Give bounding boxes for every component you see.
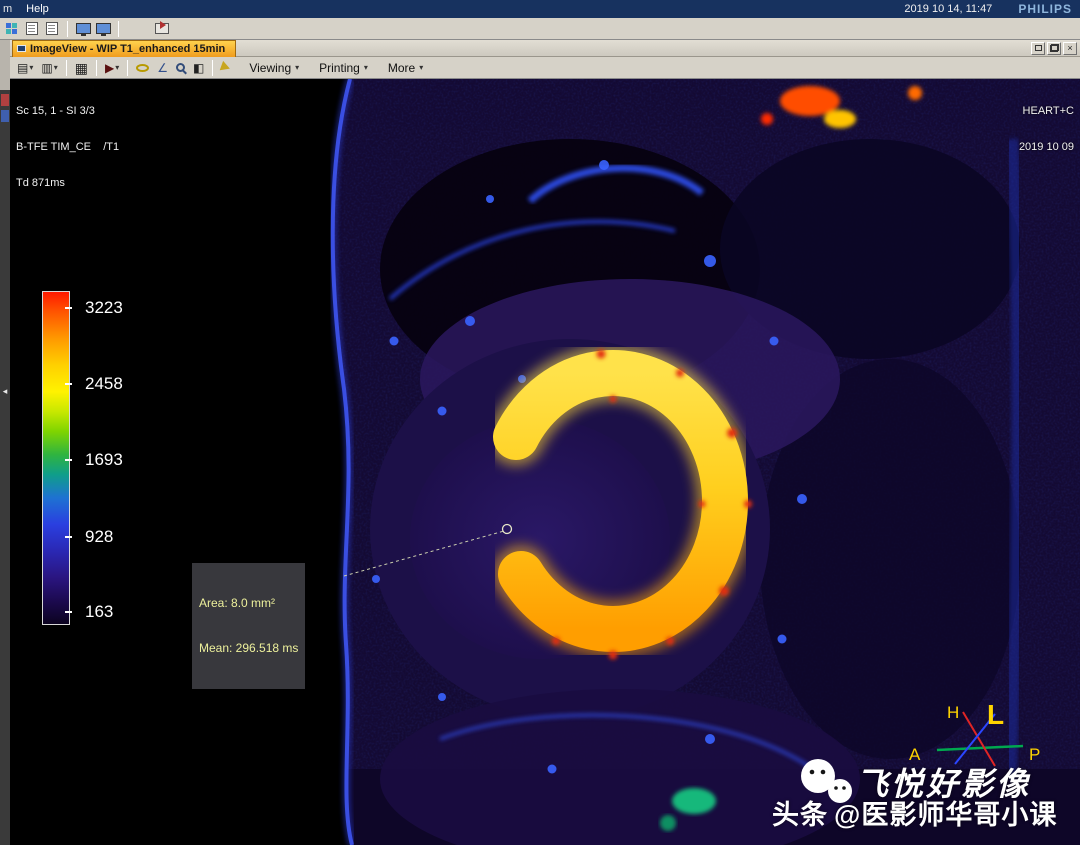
layout-cols-icon: ▥ [41,62,52,74]
colorbar-tick [65,307,72,309]
image-layout-button[interactable]: ▥ ▾ [38,61,60,75]
toolbar-separator [212,60,213,76]
play-icon: ▶ [105,62,114,74]
colorbar-label: 163 [85,602,113,622]
window-float-button[interactable] [1047,42,1061,55]
td-info-line: Td 871ms [16,177,119,189]
monitor-button-1[interactable] [75,21,91,37]
chevron-down-icon: ▾ [295,64,299,72]
menu-more-label: More [388,61,415,75]
menu-viewing[interactable]: Viewing ▾ [240,59,308,77]
toolbar-separator [127,60,128,76]
restore-icon [1035,45,1042,51]
toolbar-separator [96,60,97,76]
chevron-down-icon: ▾ [364,64,368,72]
monitor-button-2[interactable] [95,21,111,37]
image-info-top-right: HEART+C 2019 10 09 [1019,81,1074,177]
monitor-icon [96,23,111,34]
strip-tool-icon-a [1,94,9,106]
window-close-button[interactable]: × [1063,42,1077,55]
study-date-line: 2019 10 09 [1019,141,1074,153]
watermark-credit-handle: @医影师华哥小课 [834,793,1057,832]
menu-printing[interactable]: Printing ▾ [310,59,377,77]
orientation-h: H [947,703,959,722]
menu-viewing-label: Viewing [249,61,291,75]
help-menu[interactable]: Help [26,3,49,15]
series-layout-button[interactable]: ▤ ▾ [14,61,36,75]
colorbar-label: 928 [85,527,113,547]
layout-page-button-2[interactable] [44,21,60,37]
image-info-top-left: Sc 15, 1 - SI 3/3 B-TFE TIM_CE /T1 Td 87… [16,81,119,213]
imageview-tab[interactable]: ImageView - WIP T1_enhanced 15min [12,40,236,57]
orientation-l: L [987,699,1004,730]
strip-tool-icon-b [1,110,9,122]
magnify-button[interactable] [173,62,188,73]
system-toolbar [0,18,1080,40]
imageview-window: ImageView - WIP T1_enhanced 15min × ▤ ▾ … [10,40,1080,845]
chevron-down-icon: ▾ [419,64,423,72]
window-titlebar[interactable]: ImageView - WIP T1_enhanced 15min × [10,40,1080,57]
contrast-icon: ◧ [193,62,204,74]
angle-tool-button[interactable]: ∠ [154,61,171,75]
menu-printing-label: Printing [319,61,360,75]
colorbar-tick [65,459,72,461]
ellipse-roi-icon [136,64,149,72]
pointer-tool-button[interactable] [218,62,238,74]
menu-fragment: m [3,3,12,15]
ellipse-roi-button[interactable] [133,63,152,73]
magnifier-icon [176,63,185,72]
matrix-icon: ▦ [75,61,88,75]
chevron-down-icon: ▾ [115,64,119,72]
toolbar-separator [66,60,67,76]
left-panel-strip[interactable]: ◂ [0,90,10,845]
toolbar-separator [67,21,68,37]
philips-logo: PHILIPS [1018,2,1072,16]
toolbar-separator [118,21,119,37]
apps-grid-button[interactable] [4,21,20,37]
watermark-credit-prefix: 头条 [772,793,828,832]
colorbar-tick [65,383,72,385]
monitor-icon [76,23,91,34]
chevron-down-icon: ▾ [54,64,58,72]
measurement-area: Area: 8.0 mm² [199,596,298,611]
menu-more[interactable]: More ▾ [379,59,432,77]
page-icon [26,22,38,35]
colorbar [42,291,70,625]
desktop: m Help 2019 10 14, 11:47 PHILIPS ◂ Image… [0,0,1080,845]
system-datetime: 2019 10 14, 11:47 [904,3,992,15]
chevron-down-icon: ▾ [29,64,33,72]
apps-grid-icon [6,23,18,35]
measurement-label[interactable]: Area: 8.0 mm² Mean: 296.518 ms [192,563,305,689]
coil-info-line: HEART+C [1019,105,1074,117]
angle-tool-icon: ∠ [157,62,168,74]
layout-rows-icon: ▤ [17,62,28,74]
colorbar-tick [65,611,72,613]
page-icon [46,22,58,35]
layout-page-button-1[interactable] [24,21,40,37]
colorbar-label: 3223 [85,298,123,318]
scan-info-line: Sc 15, 1 - SI 3/3 [16,105,119,117]
window-level-button[interactable]: ◧ [190,61,207,75]
colorbar-tick [65,536,72,538]
window-title: ImageView - WIP T1_enhanced 15min [30,43,225,55]
colorbar-label: 1693 [85,450,123,470]
matrix-layout-button[interactable]: ▦ [72,60,91,76]
export-icon [155,23,169,34]
image-viewport[interactable]: Sc 15, 1 - SI 3/3 B-TFE TIM_CE /T1 Td 87… [10,79,1080,845]
export-button[interactable] [154,21,170,37]
colorbar-label: 2458 [85,374,123,394]
watermark-credit: 头条 @医影师华哥小课 [772,793,1057,832]
imageview-icon [17,45,26,52]
float-icon [1050,44,1059,52]
imageview-toolbar: ▤ ▾ ▥ ▾ ▦ ▶ ▾ ∠ ◧ [10,57,1080,79]
collapse-arrow-icon[interactable]: ◂ [0,386,10,397]
top-menubar: m Help 2019 10 14, 11:47 PHILIPS [0,0,1080,18]
sequence-info-line: B-TFE TIM_CE /T1 [16,141,119,153]
window-restore-button[interactable] [1031,42,1045,55]
measurement-mean: Mean: 296.518 ms [199,641,298,656]
cine-play-button[interactable]: ▶ ▾ [102,61,122,75]
pointer-icon [220,60,237,74]
